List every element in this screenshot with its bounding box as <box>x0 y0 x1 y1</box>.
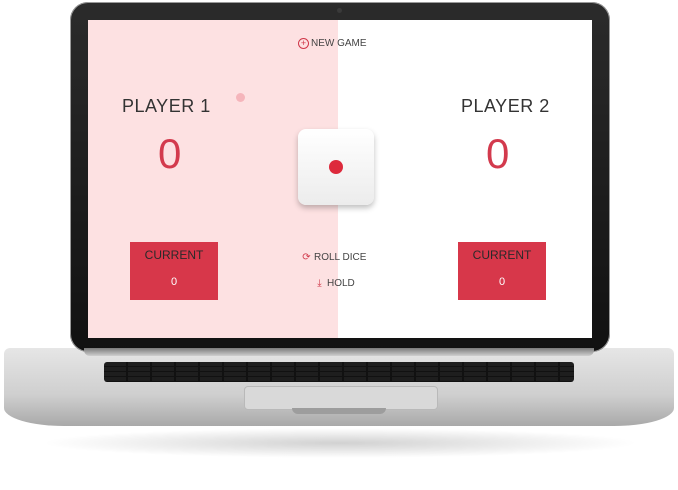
laptop-keyboard <box>104 362 574 382</box>
player-2-current-label: CURRENT <box>472 248 532 262</box>
hold-button[interactable]: ⤓ HOLD <box>314 278 355 289</box>
player-1-current-box: CURRENT 0 <box>130 242 218 300</box>
laptop-hinge <box>84 348 594 356</box>
player-2-current-value: 0 <box>498 276 506 288</box>
player-2-score: 0 <box>486 130 510 177</box>
player-1-name: PLAYER 1 <box>122 96 211 116</box>
laptop-trackpad <box>244 386 438 410</box>
player-1-current-label: CURRENT <box>144 248 204 262</box>
player-2-name: PLAYER 2 <box>461 96 550 116</box>
plus-circle-icon: + <box>298 38 309 49</box>
player-2-current-box: CURRENT 0 <box>458 242 546 300</box>
laptop-notch <box>292 408 386 414</box>
player-1-score: 0 <box>158 130 182 177</box>
download-icon: ⤓ <box>317 278 322 289</box>
player-1-current-value: 0 <box>170 276 178 288</box>
decorative-dot <box>236 93 245 102</box>
new-game-button[interactable]: + NEW GAME <box>298 38 367 49</box>
dice-pip <box>329 160 343 174</box>
camera-icon <box>337 8 342 13</box>
dice <box>298 129 374 205</box>
hold-label: HOLD <box>327 278 355 289</box>
new-game-label: NEW GAME <box>311 38 367 49</box>
roll-dice-button[interactable]: ⟳ ROLL DICE <box>301 252 366 263</box>
roll-dice-label: ROLL DICE <box>314 252 367 263</box>
refresh-icon: ⟳ <box>302 252 311 263</box>
laptop-shadow <box>40 428 640 458</box>
game-screen: + NEW GAME PLAYER 1 0 CURRENT 0 PLAYER 2… <box>88 20 592 338</box>
